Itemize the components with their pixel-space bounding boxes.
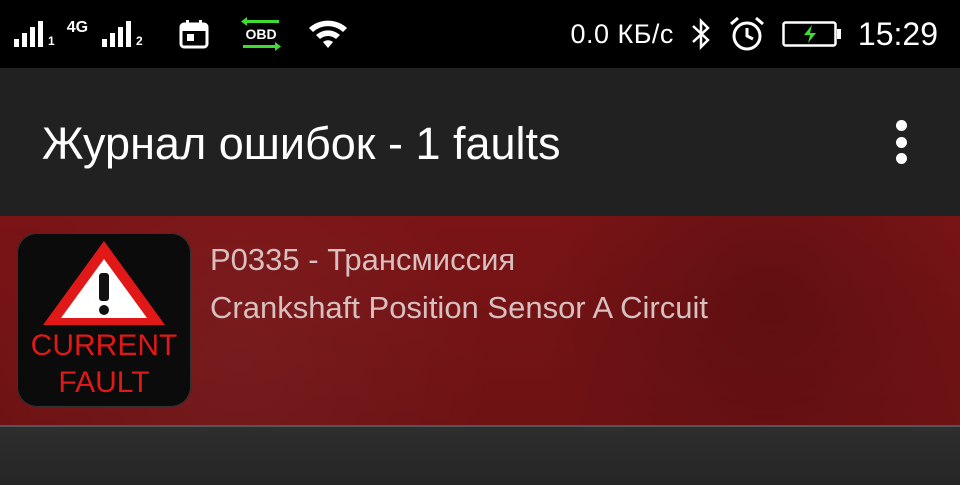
obd-icon: OBD	[240, 17, 281, 51]
wifi-icon	[308, 20, 347, 48]
fault-list-item[interactable]: CURRENT FAULT P0335 - Трансмиссия Cranks…	[0, 216, 960, 425]
menu-dot	[895, 136, 907, 148]
obd-label: OBD	[245, 26, 276, 42]
sim1-label: 1	[48, 34, 55, 48]
clock: 15:29	[857, 15, 938, 52]
app-bar: Журнал ошибок - 1 faults	[0, 68, 960, 216]
page-title: Журнал ошибок - 1 faults	[42, 118, 561, 169]
empty-list-area	[0, 427, 960, 485]
status-bar-left: 1 4G 2 OBD	[14, 0, 349, 68]
alarm-icon	[729, 16, 764, 51]
current-fault-badge: CURRENT FAULT	[17, 233, 191, 407]
network-type-label: 4G	[66, 19, 89, 36]
badge-line1: CURRENT	[30, 329, 178, 362]
calendar-icon	[179, 20, 209, 49]
signal-icon: 1	[14, 21, 55, 47]
data-speed: 0.0 КБ/с	[570, 18, 674, 49]
menu-dot	[895, 153, 907, 164]
fault-code: P0335 - Трансмиссия	[210, 242, 516, 277]
sim2-label: 2	[136, 34, 143, 48]
battery-charging-icon	[782, 21, 841, 47]
fault-description: Crankshaft Position Sensor A Circuit	[210, 290, 708, 325]
signal-icon: 2	[102, 21, 143, 47]
badge-line2: FAULT	[58, 366, 150, 399]
more-vert-icon[interactable]	[884, 116, 918, 168]
status-bar: 1 4G 2 OBD 0.0 КБ/с 15:29	[0, 0, 960, 68]
bluetooth-icon	[692, 17, 710, 51]
menu-dot	[895, 120, 907, 131]
status-bar-right: 0.0 КБ/с 15:29	[570, 0, 938, 68]
